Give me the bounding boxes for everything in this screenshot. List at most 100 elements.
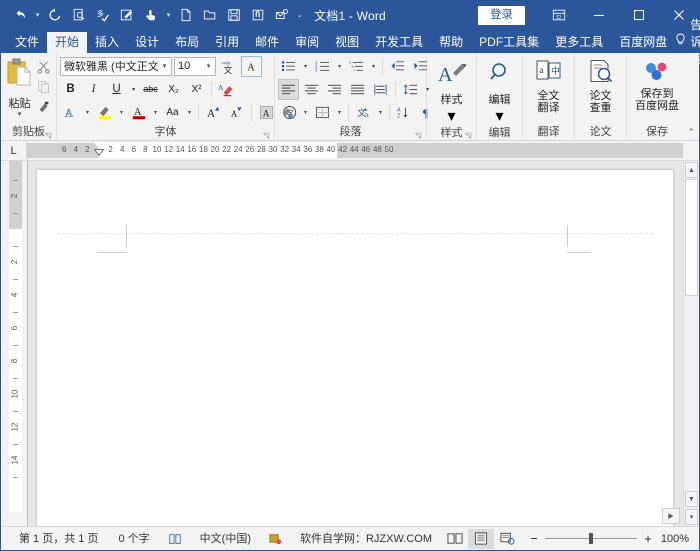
numbered-list-dropdown-icon[interactable]: ▾ <box>335 63 344 70</box>
bullet-list-dropdown-icon[interactable]: ▾ <box>301 63 310 70</box>
tab-layout[interactable]: 布局 <box>167 32 207 53</box>
sign-in-button[interactable]: 登录 <box>478 6 525 25</box>
tab-help[interactable]: 帮助 <box>431 32 471 53</box>
document-page[interactable] <box>36 169 674 526</box>
tab-baidu-netdisk[interactable]: 百度网盘 <box>611 32 675 53</box>
styles-dropdown-icon[interactable]: ▾ <box>447 106 455 126</box>
character-shading-icon[interactable]: A <box>256 102 277 123</box>
tab-design[interactable]: 设计 <box>127 32 167 53</box>
multilevel-list-dropdown-icon[interactable]: ▾ <box>369 63 378 70</box>
full-text-translate-button[interactable]: a中 全文 翻译 <box>526 55 571 114</box>
subscript-button[interactable]: X₂ <box>163 79 184 100</box>
decrease-indent-icon[interactable] <box>387 56 408 77</box>
tab-references[interactable]: 引用 <box>207 32 247 53</box>
macro-record-icon[interactable] <box>261 532 290 545</box>
right-indent-marker[interactable] <box>332 152 342 158</box>
customize-qat-icon[interactable]: ⌄ <box>295 4 304 26</box>
styles-dialog-launcher-icon[interactable]: ◹ <box>465 131 474 140</box>
asian-layout-dropdown-icon[interactable]: ▾ <box>376 109 385 116</box>
copy-icon[interactable] <box>35 78 53 96</box>
paste-button[interactable]: 粘贴 ▾ <box>4 55 35 118</box>
touch-mode-dropdown-icon[interactable]: ▾ <box>164 4 173 26</box>
collapse-ribbon-icon[interactable]: ⌃ <box>687 127 695 138</box>
font-dialog-launcher-icon[interactable]: ◹ <box>263 131 272 140</box>
font-name-dropdown-icon[interactable]: ▾ <box>158 62 171 70</box>
bullet-list-icon[interactable] <box>278 56 299 77</box>
attachment-icon[interactable] <box>247 4 269 26</box>
underline-dropdown-icon[interactable]: ▾ <box>129 86 138 93</box>
web-layout-icon[interactable] <box>494 529 520 549</box>
email-icon[interactable] <box>271 4 293 26</box>
paper-check-button[interactable]: 论文 查重 <box>578 55 623 114</box>
font-size-combo[interactable]: 10 ▾ <box>174 57 216 76</box>
italic-button[interactable]: I <box>83 79 104 100</box>
styles-button[interactable]: A 样式 ▾ <box>430 55 473 126</box>
paragraph-dialog-launcher-icon[interactable]: ◹ <box>415 131 424 140</box>
justify-icon[interactable] <box>347 79 368 100</box>
bold-button[interactable]: B <box>60 79 81 100</box>
change-case-button[interactable]: Aa <box>162 102 183 123</box>
document-canvas[interactable] <box>27 161 683 526</box>
scroll-down-button[interactable]: ▼ <box>685 491 698 507</box>
borders-dropdown-icon[interactable]: ▾ <box>335 109 344 116</box>
borders-icon[interactable] <box>312 102 333 123</box>
tab-view[interactable]: 视图 <box>327 32 367 53</box>
align-right-icon[interactable] <box>324 79 345 100</box>
change-case-dropdown-icon[interactable]: ▾ <box>185 109 194 116</box>
save-to-netdisk-button[interactable]: 保存到 百度网盘 <box>630 55 684 112</box>
scissors-icon[interactable] <box>35 58 53 76</box>
text-highlight-icon[interactable] <box>94 102 115 123</box>
edit-icon[interactable] <box>116 4 138 26</box>
tab-review[interactable]: 审阅 <box>287 32 327 53</box>
tab-home[interactable]: 开始 <box>47 32 87 53</box>
tab-mailings[interactable]: 邮件 <box>247 32 287 53</box>
line-spacing-icon[interactable] <box>400 79 421 100</box>
tab-pdf-tools[interactable]: PDF工具集 <box>471 32 547 53</box>
zoom-slider[interactable] <box>545 538 637 539</box>
editing-button[interactable]: 编辑 ▾ <box>480 55 519 126</box>
asian-layout-icon[interactable]: 文A <box>353 102 374 123</box>
new-document-icon[interactable] <box>175 4 197 26</box>
browse-object-button[interactable]: ▾ <box>685 509 698 525</box>
text-effects-icon[interactable]: A <box>60 102 81 123</box>
align-left-icon[interactable] <box>278 79 299 100</box>
tab-file[interactable]: 文件 <box>7 32 47 53</box>
read-mode-icon[interactable] <box>442 529 468 549</box>
maximize-icon[interactable] <box>619 1 659 29</box>
vertical-scrollbar[interactable]: ▲ ▼ ▾ ▶ <box>683 161 699 526</box>
sort-icon[interactable]: AZ <box>394 102 415 123</box>
shrink-font-icon[interactable]: A <box>226 102 247 123</box>
page-info[interactable]: 第 1 页，共 1 页 <box>9 528 108 550</box>
first-line-indent-marker[interactable] <box>94 143 104 149</box>
proofing-icon[interactable] <box>160 532 190 546</box>
clipboard-dialog-launcher-icon[interactable]: ◹ <box>45 131 54 140</box>
font-color-dropdown-icon[interactable]: ▾ <box>151 109 160 116</box>
font-name-combo[interactable]: 微软雅黑 (中文正文) ▾ <box>60 57 172 76</box>
zoom-out-button[interactable]: − <box>528 531 540 546</box>
distribute-icon[interactable] <box>370 79 391 100</box>
print-preview-icon[interactable] <box>68 4 90 26</box>
language[interactable]: 中文(中国) <box>190 528 261 550</box>
undo-dropdown-icon[interactable]: ▾ <box>33 4 42 26</box>
shading-icon[interactable] <box>278 102 299 123</box>
zoom-in-button[interactable]: + <box>642 531 654 546</box>
character-border-icon[interactable]: A <box>241 56 262 77</box>
align-center-icon[interactable] <box>301 79 322 100</box>
multilevel-list-icon[interactable]: 1ai <box>346 56 367 77</box>
font-color-icon[interactable]: A <box>128 102 149 123</box>
numbered-list-icon[interactable]: 123 <box>312 56 333 77</box>
format-painter-icon[interactable] <box>35 98 53 116</box>
spelling-check-icon[interactable]: 多 <box>92 4 114 26</box>
scroll-up-button[interactable]: ▲ <box>685 162 698 178</box>
font-size-dropdown-icon[interactable]: ▾ <box>202 62 215 70</box>
tab-stop-selector[interactable]: L <box>1 141 27 160</box>
undo-icon[interactable] <box>9 4 31 26</box>
print-layout-icon[interactable] <box>468 529 494 549</box>
strikethrough-button[interactable]: abc <box>140 79 161 100</box>
save-icon[interactable] <box>223 4 245 26</box>
shading-dropdown-icon[interactable]: ▾ <box>301 109 310 116</box>
clear-formatting-icon[interactable]: A <box>216 79 237 100</box>
vertical-ruler[interactable]: 22468101214 <box>1 161 27 526</box>
tab-developer[interactable]: 开发工具 <box>367 32 431 53</box>
hanging-indent-marker[interactable] <box>94 152 104 158</box>
